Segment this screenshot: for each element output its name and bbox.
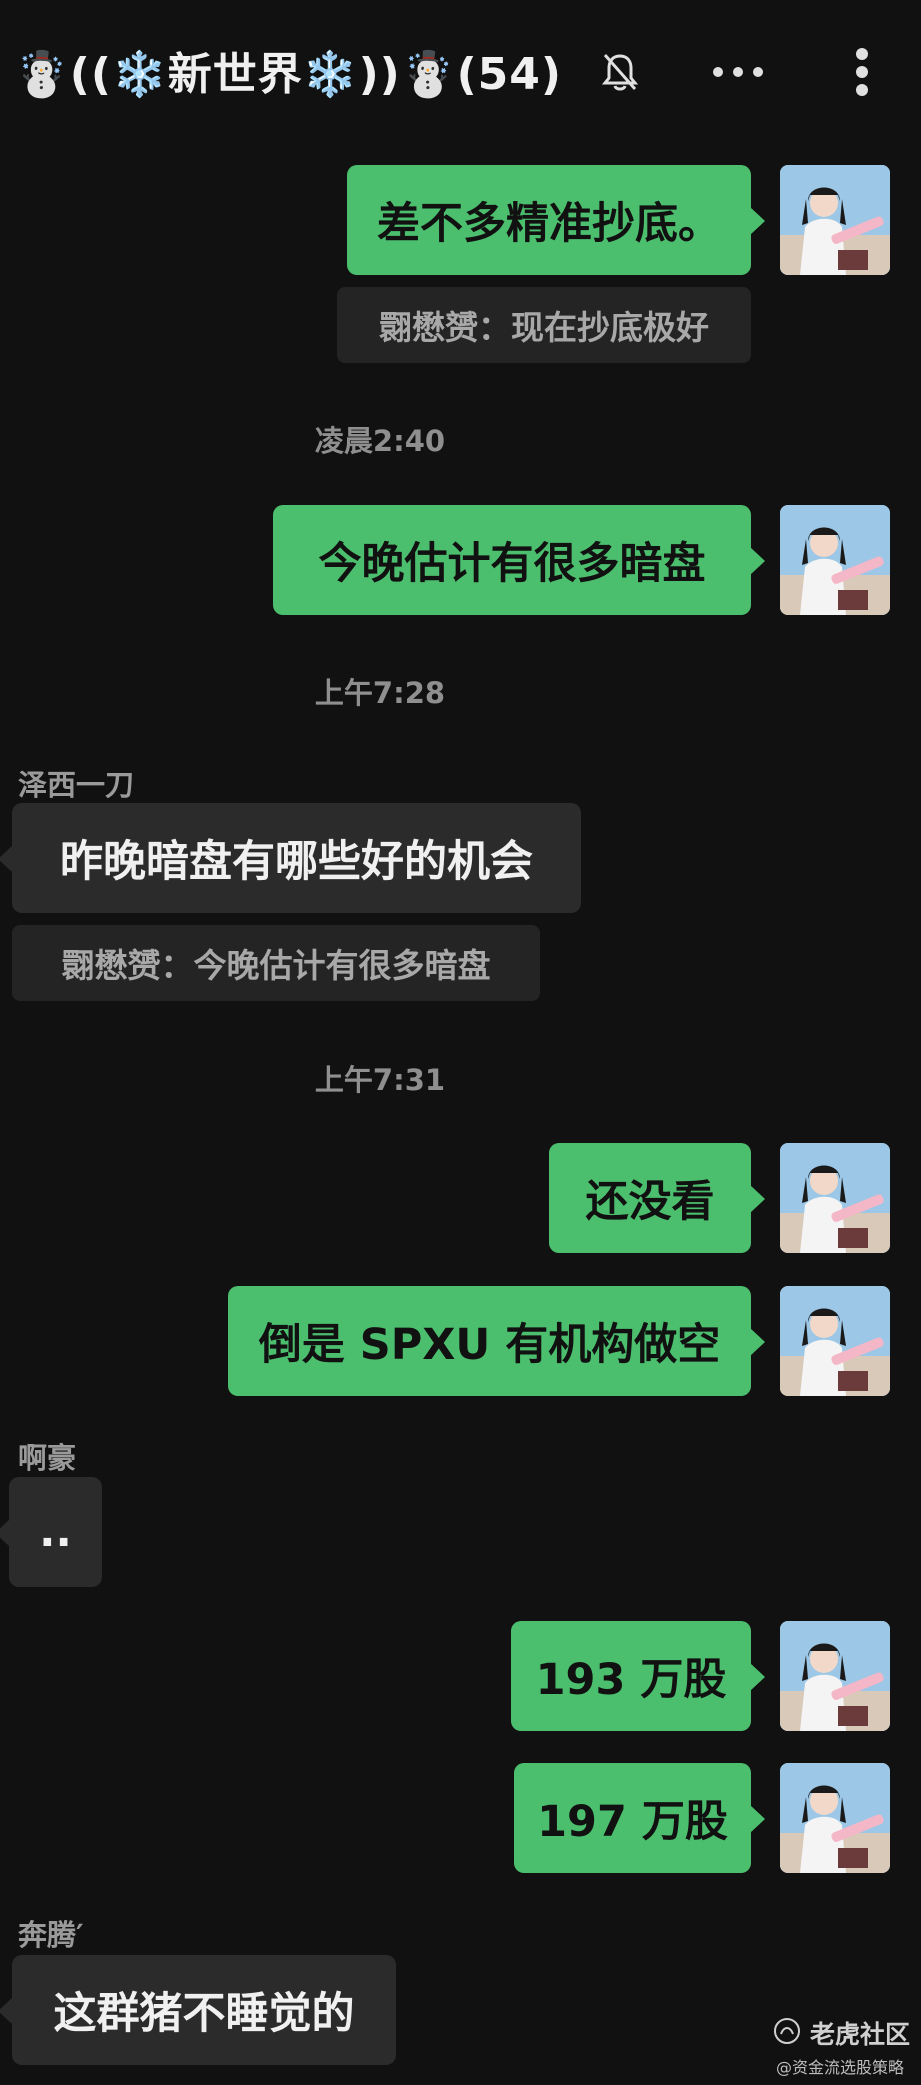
message-bubble-incoming[interactable]: .. (0, 1477, 102, 1587)
avatar-image (780, 505, 890, 615)
timestamp: 上午7:28 (314, 676, 446, 710)
avatar-image (780, 1621, 890, 1731)
sender-name[interactable]: 泽西一刀 (18, 762, 134, 804)
avatar[interactable] (780, 505, 890, 615)
kebab-vertical-icon[interactable] (845, 46, 879, 98)
quoted-message[interactable]: 翾懋赟：现在抄底极好 (337, 287, 751, 363)
avatar[interactable] (780, 165, 890, 275)
message-bubble-outgoing[interactable]: 今晚估计有很多暗盘 (273, 505, 765, 615)
timestamp: 凌晨2:40 (314, 424, 446, 458)
message-bubble-outgoing[interactable]: 倒是 SPXU 有机构做空 (228, 1286, 765, 1396)
sender-name[interactable]: 奔腾′ (18, 1912, 84, 1954)
quoted-message[interactable]: 翾懋赟：今晚估计有很多暗盘 (12, 925, 540, 1001)
message-bubble-incoming[interactable]: 昨晚暗盘有哪些好的机会 (0, 803, 581, 913)
ellipsis-horizontal-icon[interactable] (710, 52, 766, 92)
avatar-image (780, 1763, 890, 1873)
watermark-handle: @资金流选股策略 (776, 2058, 905, 2077)
avatar[interactable] (780, 1621, 890, 1731)
tiger-logo-icon (774, 2018, 800, 2044)
sender-name[interactable]: 啊豪 (18, 1435, 76, 1477)
chat-header: ☃️((❄️新世界❄️))☃️(54) (0, 0, 921, 140)
avatar-image (780, 165, 890, 275)
message-bubble-outgoing[interactable]: 197 万股 (514, 1763, 765, 1873)
message-bubble-outgoing[interactable]: 193 万股 (511, 1621, 765, 1731)
avatar[interactable] (780, 1763, 890, 1873)
bell-off-icon (601, 54, 639, 91)
avatar-image (780, 1143, 890, 1253)
group-title[interactable]: ☃️((❄️新世界❄️))☃️(54) (14, 38, 562, 102)
avatar[interactable] (780, 1286, 890, 1396)
timestamp: 上午7:31 (314, 1063, 446, 1097)
message-bubble-outgoing[interactable]: 还没看 (549, 1143, 765, 1253)
avatar[interactable] (780, 1143, 890, 1253)
message-bubble-incoming[interactable]: 这群猪不睡觉的 (0, 1955, 396, 2065)
watermark-brand: 老虎社区 (810, 2020, 911, 2049)
message-bubble-outgoing[interactable]: 差不多精准抄底。 (347, 165, 765, 275)
avatar-image (780, 1286, 890, 1396)
